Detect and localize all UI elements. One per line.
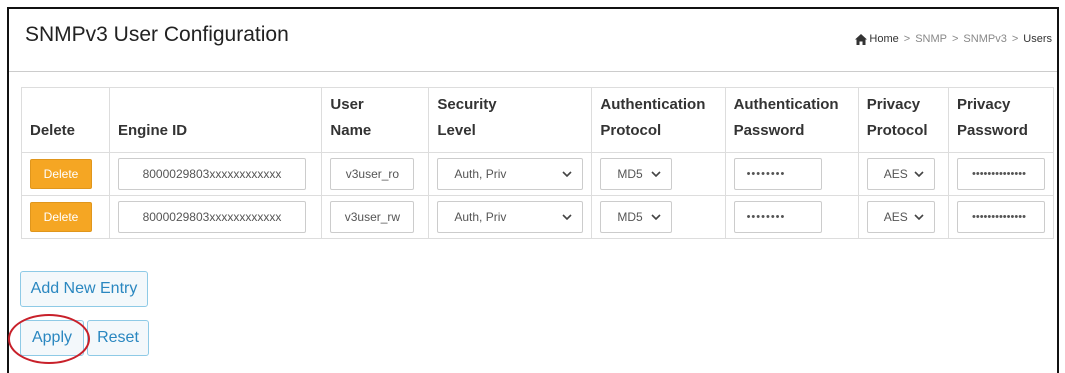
apply-button[interactable]: Apply	[20, 320, 84, 356]
priv-protocol-value: AES	[883, 167, 908, 181]
breadcrumb-separator: >	[951, 33, 959, 45]
col-auth-protocol: Authentication Protocol	[591, 87, 726, 153]
page-title: SNMPv3 User Configuration	[25, 23, 289, 46]
delete-button[interactable]: Delete	[30, 159, 92, 189]
priv-password-input[interactable]: ••••••••••••••	[957, 158, 1045, 190]
priv-password-input[interactable]: ••••••••••••••	[957, 201, 1045, 233]
engine-id-input[interactable]: 8000029803xxxxxxxxxxxx	[117, 201, 306, 233]
breadcrumb-item-snmpv3[interactable]: SNMPv3	[963, 33, 1006, 45]
breadcrumb-home-label: Home	[869, 33, 899, 45]
security-level-value: Auth, Priv	[454, 210, 507, 224]
snmpv3-users-table: Delete Engine ID User Name Security Level …	[21, 87, 1054, 239]
security-level-value: Auth, Priv	[454, 167, 507, 181]
col-auth-password: Authentication Password	[724, 87, 859, 153]
chevron-down-icon	[914, 214, 924, 220]
priv-protocol-value: AES	[883, 210, 908, 224]
col-user-name: User Name	[321, 87, 430, 153]
col-engine-id: Engine ID	[108, 87, 323, 153]
breadcrumb-home[interactable]: Home	[855, 33, 899, 45]
user-name-input[interactable]: v3user_rw	[330, 201, 415, 233]
user-name-input[interactable]: v3user_ro	[330, 158, 415, 190]
chevron-down-icon	[914, 171, 924, 177]
security-level-select[interactable]: Auth, Priv	[437, 201, 584, 233]
col-security-level: Security Level	[428, 87, 593, 153]
chevron-down-icon	[562, 214, 572, 220]
chevron-down-icon	[562, 171, 572, 177]
chevron-down-icon	[651, 171, 661, 177]
auth-password-input[interactable]: ••••••••	[733, 201, 822, 233]
add-new-entry-button[interactable]: Add New Entry	[20, 271, 148, 307]
breadcrumb: Home > SNMP > SNMPv3 > Users	[855, 33, 1052, 45]
table-header-row: Delete Engine ID User Name Security Level …	[21, 87, 1054, 153]
home-icon	[855, 33, 868, 45]
auth-protocol-value: MD5	[617, 167, 643, 181]
col-priv-protocol: Privacy Protocol	[857, 87, 950, 153]
config-panel: SNMPv3 User Configuration Home > SNMP > …	[7, 7, 1059, 373]
breadcrumb-current: Users	[1023, 33, 1052, 45]
breadcrumb-separator: >	[1011, 33, 1019, 45]
priv-protocol-select[interactable]: AES	[866, 201, 935, 233]
chevron-down-icon	[651, 214, 661, 220]
priv-protocol-select[interactable]: AES	[866, 158, 935, 190]
reset-button[interactable]: Reset	[87, 320, 149, 356]
title-divider	[9, 71, 1057, 72]
auth-password-input[interactable]: ••••••••	[733, 158, 822, 190]
delete-button[interactable]: Delete	[30, 202, 92, 232]
engine-id-input[interactable]: 8000029803xxxxxxxxxxxx	[117, 158, 306, 190]
security-level-select[interactable]: Auth, Priv	[437, 158, 584, 190]
col-priv-password: Privacy Password	[948, 87, 1054, 153]
table-row: Delete 8000029803xxxxxxxxxxxx v3user_ro …	[21, 152, 1054, 196]
auth-protocol-value: MD5	[617, 210, 643, 224]
table-row: Delete 8000029803xxxxxxxxxxxx v3user_rw …	[21, 195, 1054, 239]
breadcrumb-separator: >	[903, 33, 911, 45]
breadcrumb-item-snmp[interactable]: SNMP	[915, 33, 947, 45]
auth-protocol-select[interactable]: MD5	[600, 158, 673, 190]
auth-protocol-select[interactable]: MD5	[600, 201, 673, 233]
col-delete: Delete	[21, 87, 110, 153]
